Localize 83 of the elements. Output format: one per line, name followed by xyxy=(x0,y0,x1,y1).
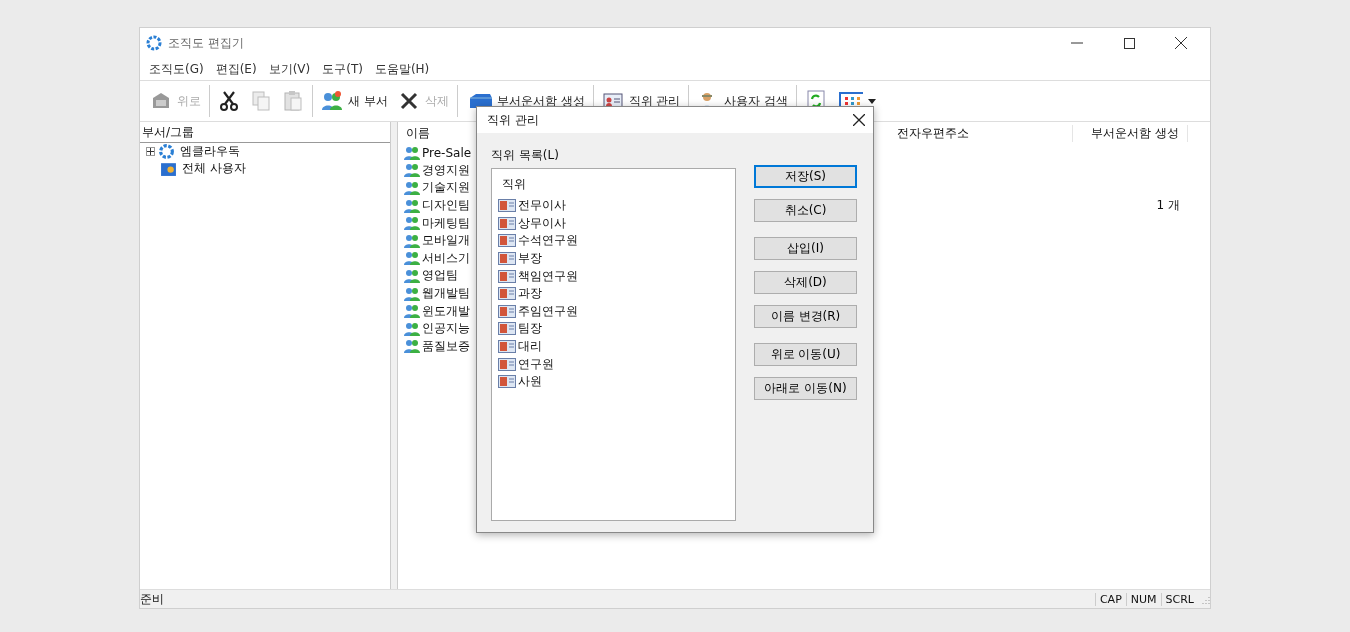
list-item[interactable]: Pre-Sale xyxy=(398,145,477,160)
id-card-icon xyxy=(498,234,516,248)
menu-item[interactable]: 보기(V) xyxy=(263,58,316,80)
id-card-icon xyxy=(498,340,516,354)
clipboard-icon xyxy=(282,90,304,112)
dialog-button[interactable]: 아래로 이동(N) xyxy=(754,377,857,400)
menu-item[interactable]: 편집(E) xyxy=(210,58,262,80)
list-item[interactable]: 과장 xyxy=(518,285,542,303)
dialog-title: 직위 관리 xyxy=(487,111,539,129)
list-item[interactable]: 디자인팀 xyxy=(398,197,477,215)
list-item[interactable]: 주임연구원 xyxy=(518,302,578,320)
group-icon xyxy=(404,145,420,160)
list-item[interactable]: 윈도개발 xyxy=(398,302,477,320)
id-card-icon xyxy=(498,199,516,213)
id-card-icon xyxy=(498,322,516,336)
scissors-icon xyxy=(218,90,240,112)
list-item[interactable]: 영업팀 xyxy=(398,267,477,285)
status-indicator: SCRL xyxy=(1160,592,1198,606)
dialog-button[interactable]: 삭제(D) xyxy=(754,271,857,294)
list-item[interactable]: 부장 xyxy=(518,250,542,268)
id-card-icon xyxy=(498,216,516,230)
list-item[interactable]: 대리 xyxy=(518,338,542,356)
dialog-button[interactable]: 저장(S) xyxy=(754,165,857,188)
menu-item[interactable]: 도움말(H) xyxy=(369,58,435,80)
column-header[interactable]: 전자우편주소 xyxy=(889,124,1073,142)
status-indicator: CAP xyxy=(1094,592,1126,606)
tree-item[interactable]: 전체 사용자 xyxy=(180,160,248,177)
id-card-icon xyxy=(498,375,516,389)
group-icon xyxy=(404,321,420,336)
list-item[interactable]: 모바일개 xyxy=(398,232,477,250)
group-icon xyxy=(404,339,420,354)
group-icon xyxy=(404,163,420,178)
dialog-button[interactable]: 위로 이동(U) xyxy=(754,343,857,366)
list-item[interactable]: 마케팅팀 xyxy=(398,214,477,232)
id-card-icon xyxy=(498,304,516,318)
list-item[interactable]: 서비스기 xyxy=(398,249,477,267)
id-card-icon xyxy=(498,287,516,301)
minimize-icon xyxy=(1071,42,1083,44)
gear-icon xyxy=(146,35,162,51)
copy-icon xyxy=(250,90,272,112)
list-item[interactable]: 책임연구원 xyxy=(518,267,578,285)
status-indicator: NUM xyxy=(1125,592,1161,606)
close-icon[interactable] xyxy=(853,114,865,126)
list-item[interactable]: 연구원 xyxy=(518,355,554,373)
column-header[interactable]: 부서운서함 생성 xyxy=(1073,124,1188,142)
list-item[interactable]: 전무이사 xyxy=(518,197,566,215)
list-item[interactable]: 웹개발팀 xyxy=(398,285,477,303)
gear-icon xyxy=(158,143,175,160)
close-icon xyxy=(1175,37,1187,49)
dialog-button[interactable]: 이름 변경(R) xyxy=(754,305,857,328)
tree-item[interactable]: 엠클라우독 xyxy=(178,143,242,160)
list-heading: 직위 xyxy=(501,176,527,193)
group-icon xyxy=(404,216,420,231)
id-card-icon xyxy=(498,357,516,371)
maximize-icon xyxy=(1123,37,1135,49)
group-icon xyxy=(404,286,420,301)
id-card-icon xyxy=(498,269,516,283)
dialog-button[interactable]: 취소(C) xyxy=(754,199,857,222)
list-label: 직위 목록(L) xyxy=(491,147,560,164)
id-card-icon xyxy=(498,252,516,266)
group-icon xyxy=(404,251,420,266)
window-title: 조직도 편집기 xyxy=(168,34,245,52)
status-text: 준비 xyxy=(140,590,165,608)
list-item[interactable]: 품질보증 xyxy=(398,337,477,355)
list-item[interactable]: 사원 xyxy=(518,373,542,391)
column-header: 부서/그룹 xyxy=(140,122,390,143)
list-item[interactable]: 인공지능 xyxy=(398,320,477,338)
group-icon xyxy=(404,233,420,248)
list-item[interactable]: 수석연구원 xyxy=(518,232,578,250)
table-cell-text: 1 개 xyxy=(1155,197,1181,215)
toolbar-button[interactable]: 새 부서 xyxy=(318,88,391,114)
dialog-button[interactable]: 삽입(I) xyxy=(754,237,857,260)
group-icon xyxy=(404,268,420,283)
group-icon xyxy=(404,181,420,195)
expand-toggle[interactable] xyxy=(146,147,155,156)
menu-item[interactable]: 도구(T) xyxy=(317,58,368,80)
list-item[interactable]: 상무이사 xyxy=(518,214,566,232)
menu-item[interactable]: 조직도(G) xyxy=(144,58,209,80)
list-item[interactable]: 기술지원 xyxy=(398,179,477,197)
list-item[interactable]: 경영지원 xyxy=(398,161,477,179)
list-item[interactable]: 팀장 xyxy=(518,320,542,338)
group-icon xyxy=(404,198,420,213)
group-icon xyxy=(404,304,420,319)
